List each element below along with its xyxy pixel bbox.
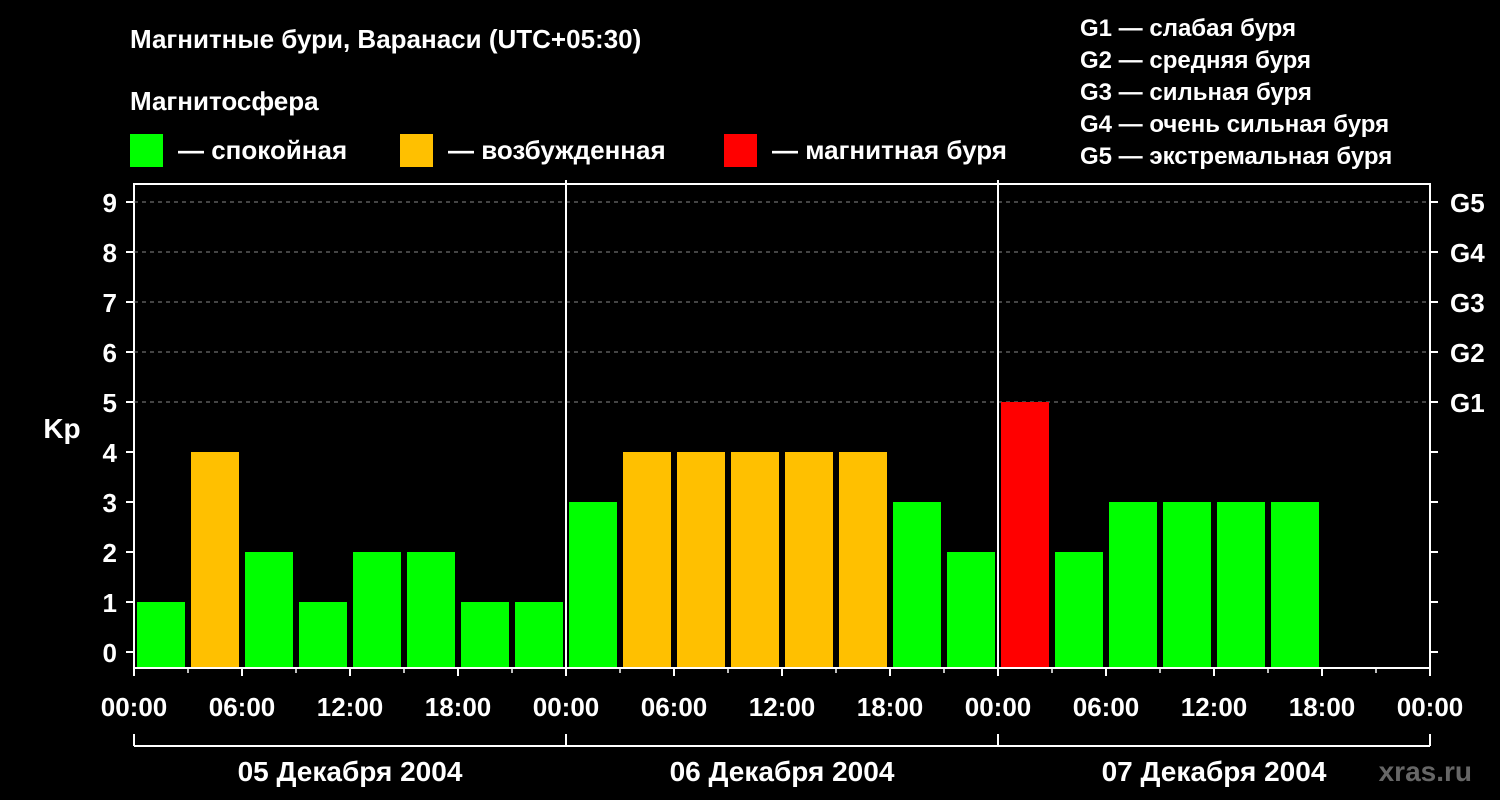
storm-level-label: G2 <box>1450 338 1485 368</box>
kp-bar <box>407 552 455 667</box>
x-tick-label: 00:00 <box>533 692 600 722</box>
watermark: xras.ru <box>1378 756 1472 787</box>
x-tick-label: 12:00 <box>749 692 816 722</box>
x-tick-label: 00:00 <box>1397 692 1464 722</box>
storm-level-label: G4 <box>1450 238 1485 268</box>
y-tick-label: 1 <box>103 588 117 618</box>
kp-bar <box>839 452 887 667</box>
day-label: 06 Декабря 2004 <box>670 756 895 787</box>
day-label: 07 Декабря 2004 <box>1102 756 1327 787</box>
storm-level-label: G5 <box>1450 188 1485 218</box>
x-tick-label: 12:00 <box>1181 692 1248 722</box>
kp-bar <box>893 502 941 667</box>
y-tick-label: 3 <box>103 488 117 518</box>
kp-bar <box>677 452 725 667</box>
day-label: 05 Декабря 2004 <box>238 756 463 787</box>
kp-bar <box>623 452 671 667</box>
kp-bar <box>947 552 995 667</box>
x-tick-label: 18:00 <box>857 692 924 722</box>
x-tick-label: 06:00 <box>641 692 708 722</box>
kp-bar <box>137 602 185 667</box>
y-tick-label: 2 <box>103 538 117 568</box>
y-tick-label: 4 <box>103 438 118 468</box>
x-tick-label: 00:00 <box>965 692 1032 722</box>
kp-bar <box>515 602 563 667</box>
kp-chart: 0 1 2 3 4 5 6 7 8 9 G1 G2 G3 G4 G5 00:00 06:00 12:00 18:00… <box>43 180 1485 787</box>
y-axis-label: Kp <box>43 413 80 444</box>
kp-bar <box>1163 502 1211 667</box>
kp-bar <box>299 602 347 667</box>
x-tick-label: 12:00 <box>317 692 384 722</box>
storm-level-label: G1 <box>1450 388 1485 418</box>
kp-bar <box>1055 552 1103 667</box>
y-tick-label: 9 <box>103 188 117 218</box>
kp-bar <box>245 552 293 667</box>
kp-bar <box>1109 502 1157 667</box>
kp-bar <box>1271 502 1319 667</box>
x-tick-label: 00:00 <box>101 692 168 722</box>
x-tick-label: 18:00 <box>425 692 492 722</box>
kp-bar <box>569 502 617 667</box>
storm-level-label: G3 <box>1450 288 1485 318</box>
kp-bar <box>731 452 779 667</box>
y-tick-label: 6 <box>103 338 117 368</box>
kp-bar <box>785 452 833 667</box>
kp-bar <box>461 602 509 667</box>
y-tick-label: 0 <box>103 638 117 668</box>
x-tick-label: 18:00 <box>1289 692 1356 722</box>
kp-bar <box>353 552 401 667</box>
x-tick-label: 06:00 <box>209 692 276 722</box>
kp-bar <box>1001 402 1049 667</box>
kp-bar <box>1217 502 1265 667</box>
x-tick-label: 06:00 <box>1073 692 1140 722</box>
y-tick-label: 7 <box>103 288 117 318</box>
y-tick-label: 8 <box>103 238 117 268</box>
kp-bar <box>191 452 239 667</box>
y-tick-label: 5 <box>103 388 117 418</box>
